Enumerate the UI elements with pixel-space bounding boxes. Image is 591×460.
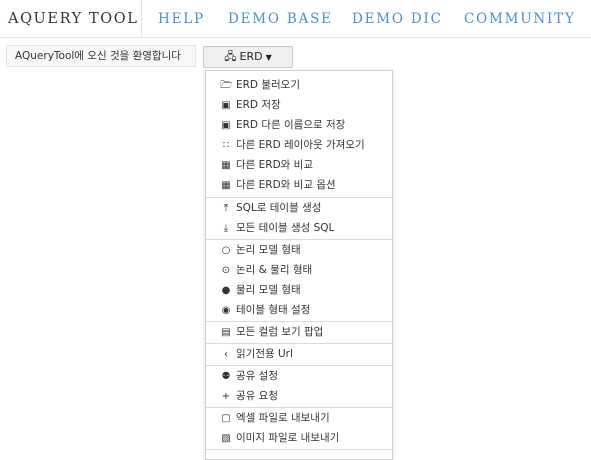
menu-item-label: ERD 다른 이름으로 저장: [236, 119, 346, 131]
menu-item-export-image[interactable]: ▧ 이미지 파일로 내보내기: [206, 428, 392, 448]
nav-demo-base[interactable]: DEMO BASE: [228, 0, 333, 38]
menu-item-table-display[interactable]: ◉ 테이블 형태 설정: [206, 300, 392, 320]
menu-item-physical-model[interactable]: ● 물리 모델 형태: [206, 280, 392, 300]
erd-button-label: ERD: [239, 50, 263, 63]
menu-item-label: 다른 ERD 레이아웃 가져오기: [236, 139, 365, 151]
file-excel-icon: ▢: [221, 413, 231, 424]
menu-item-save-erd[interactable]: ▣ ERD 저장: [206, 95, 392, 115]
menu-item-label: 물리 모델 형태: [236, 284, 301, 296]
menu-item-label: 다른 ERD와 비교 옵션: [236, 179, 336, 191]
menu-item-label: 이미지 파일로 내보내기: [236, 432, 340, 444]
caret-down-icon: ▼: [265, 53, 272, 62]
menu-item-label: 논리 모델 형태: [236, 244, 301, 256]
nav-demo-dic[interactable]: DEMO DIC: [352, 0, 443, 38]
menu-item-label: ERD 저장: [236, 99, 281, 111]
circle-empty-icon: ○: [221, 245, 231, 256]
sitemap-icon: 🖧: [224, 50, 237, 63]
columns-icon: ▤: [221, 327, 231, 338]
brand-logo[interactable]: AQUERY TOOL: [0, 0, 142, 38]
compare-icon: ▦: [221, 160, 231, 171]
circle-dot-icon: ⊙: [221, 265, 231, 276]
welcome-text: AQueryTool에 오신 것을 환영합니다: [6, 45, 196, 67]
menu-item-compare-erd[interactable]: ▦ 다른 ERD와 비교: [206, 155, 392, 175]
menu-item-label: 공유 요청: [236, 390, 278, 402]
menu-item-create-from-sql[interactable]: ⤒ SQL로 테이블 생성: [206, 198, 392, 218]
top-nav: AQUERY TOOL HELP DEMO BASE DEMO DIC COMM…: [0, 0, 591, 38]
menu-item-all-tables-sql[interactable]: ⤓ 모든 테이블 생성 SQL: [206, 218, 392, 238]
menu-item-readonly-url[interactable]: ‹ 읽기전용 Url: [206, 344, 392, 364]
menu-item-label: 엑셀 파일로 내보내기: [236, 412, 330, 424]
circle-filled-icon: ●: [221, 285, 231, 296]
menu-item-logical-model[interactable]: ○ 논리 모델 형태: [206, 240, 392, 260]
download-icon: ⤓: [223, 223, 229, 234]
folder-open-icon: 🗁: [220, 80, 233, 91]
menu-item-label: 테이블 형태 설정: [236, 304, 311, 316]
menu-item-label: ERD 불러오기: [236, 79, 300, 91]
layout-icon: ∷: [222, 140, 230, 151]
compare-options-icon: ▦: [221, 180, 231, 191]
menu-divider: [206, 449, 392, 450]
menu-item-logical-physical[interactable]: ⊙ 논리 & 물리 형태: [206, 260, 392, 280]
share-icon: ‹: [224, 349, 228, 360]
users-icon: ⚉: [221, 371, 231, 382]
upload-icon: ⤒: [223, 203, 229, 214]
menu-item-label: SQL로 테이블 생성: [236, 202, 322, 214]
menu-item-label: 논리 & 물리 형태: [236, 264, 313, 276]
eye-icon: ◉: [221, 305, 231, 316]
erd-dropdown-button[interactable]: 🖧 ERD ▼: [203, 46, 293, 68]
menu-item-all-columns-popup[interactable]: ▤ 모든 컬럼 보기 팝업: [206, 322, 392, 342]
menu-item-export-excel[interactable]: ▢ 엑셀 파일로 내보내기: [206, 408, 392, 428]
erd-dropdown-menu: 🗁 ERD 불러오기 ▣ ERD 저장 ▣ ERD 다른 이름으로 저장 ∷ 다른 ER…: [205, 70, 393, 460]
menu-item-label: 읽기전용 Url: [236, 348, 293, 360]
nav-community[interactable]: COMMUNITY: [464, 0, 576, 38]
menu-item-share-request[interactable]: + 공유 요청: [206, 386, 392, 406]
menu-item-share-settings[interactable]: ⚉ 공유 설정: [206, 366, 392, 386]
nav-help[interactable]: HELP: [158, 0, 205, 38]
menu-item-label: 다른 ERD와 비교: [236, 159, 313, 171]
image-icon: ▧: [221, 433, 231, 444]
menu-item-import-layout[interactable]: ∷ 다른 ERD 레이아웃 가져오기: [206, 135, 392, 155]
menu-item-save-as-erd[interactable]: ▣ ERD 다른 이름으로 저장: [206, 115, 392, 135]
menu-item-label: 모든 컬럼 보기 팝업: [236, 326, 324, 338]
save-icon: ▣: [221, 100, 231, 111]
user-add-icon: +: [221, 391, 231, 402]
menu-item-compare-options[interactable]: ▦ 다른 ERD와 비교 옵션: [206, 175, 392, 195]
menu-item-load-erd[interactable]: 🗁 ERD 불러오기: [206, 75, 392, 95]
menu-item-label: 공유 설정: [236, 370, 278, 382]
save-as-icon: ▣: [221, 120, 231, 131]
menu-item-label: 모든 테이블 생성 SQL: [236, 222, 335, 234]
